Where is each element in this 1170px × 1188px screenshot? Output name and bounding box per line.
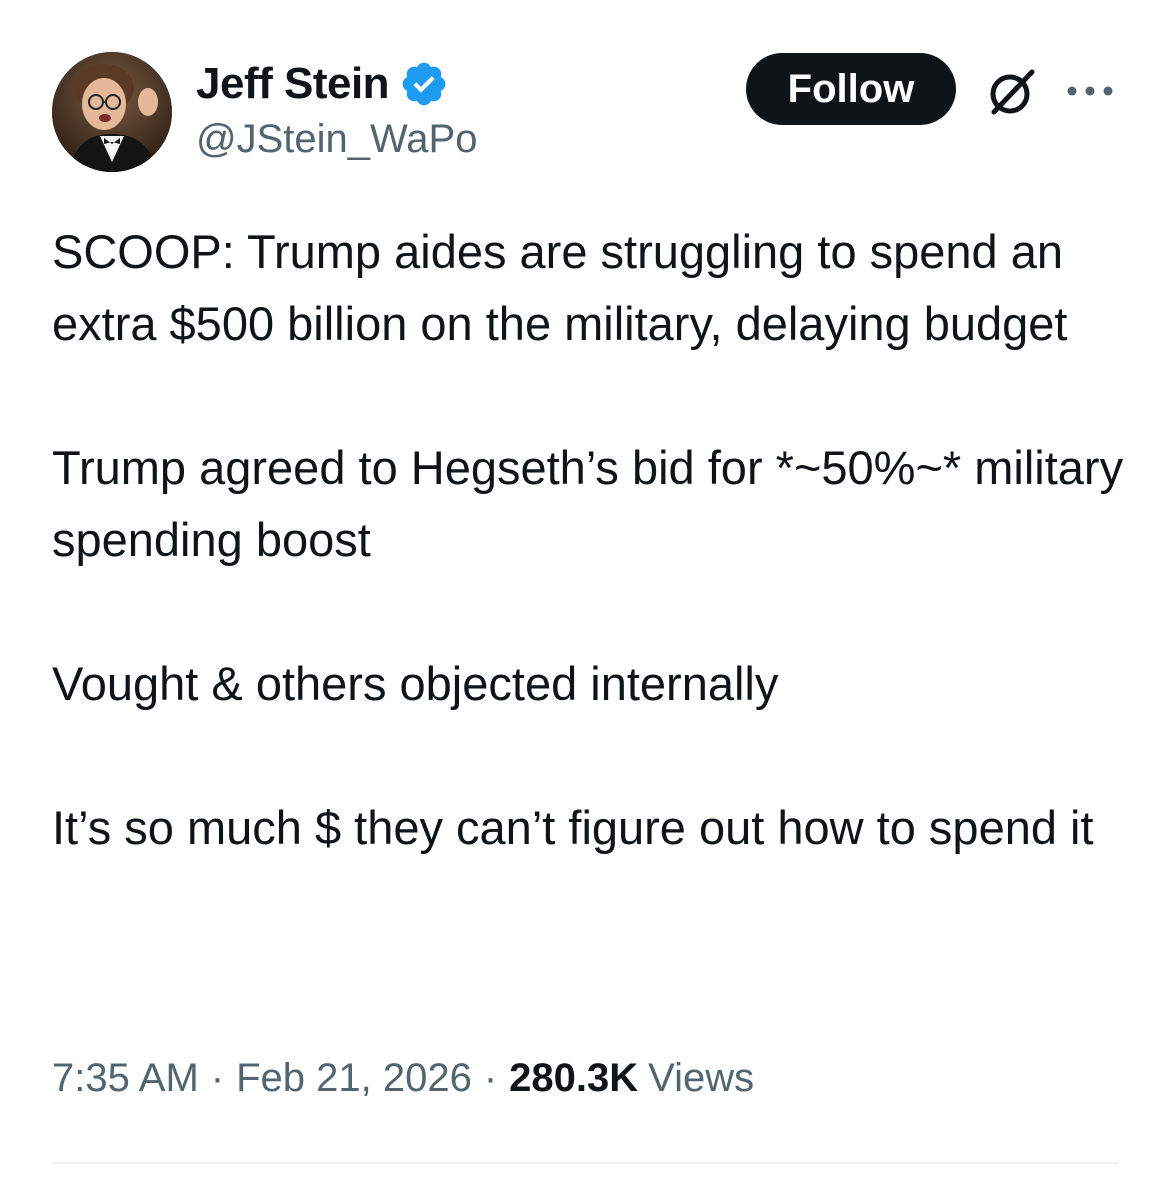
tweet-paragraph: Vought & others objected internally	[52, 657, 779, 710]
tweet-paragraph: SCOOP: Trump aides are struggling to spe…	[52, 225, 1068, 350]
avatar-photo	[52, 52, 172, 172]
follow-button[interactable]: Follow	[746, 53, 956, 125]
tweet: Jeff Stein @JStein_WaPo Follow SCOOP: Tr…	[0, 0, 1170, 1188]
author-name-row: Jeff Stein	[196, 58, 449, 110]
views-label: Views	[648, 1056, 755, 1100]
grok-icon[interactable]	[984, 64, 1040, 120]
meta-separator: ·	[483, 1056, 498, 1100]
more-options-icon[interactable]	[1064, 80, 1116, 102]
tweet-paragraph: Trump agreed to Hegseth’s bid for *~50%~…	[52, 441, 1124, 566]
divider	[52, 1162, 1118, 1164]
meta-separator: ·	[210, 1056, 225, 1100]
tweet-text: SCOOP: Trump aides are struggling to spe…	[52, 216, 1132, 864]
tweet-time[interactable]: 7:35 AM	[52, 1056, 199, 1101]
avatar[interactable]	[52, 52, 172, 172]
tweet-date[interactable]: Feb 21, 2026	[236, 1056, 472, 1101]
tweet-paragraph: It’s so much $ they can’t figure out how…	[52, 801, 1094, 854]
verified-badge-icon	[399, 59, 449, 109]
author-handle[interactable]: @JStein_WaPo	[196, 117, 477, 162]
display-name[interactable]: Jeff Stein	[196, 59, 390, 109]
views-count[interactable]: 280.3K	[509, 1056, 638, 1101]
tweet-meta: 7:35 AM · Feb 21, 2026 · 280.3K Views	[52, 1056, 754, 1101]
